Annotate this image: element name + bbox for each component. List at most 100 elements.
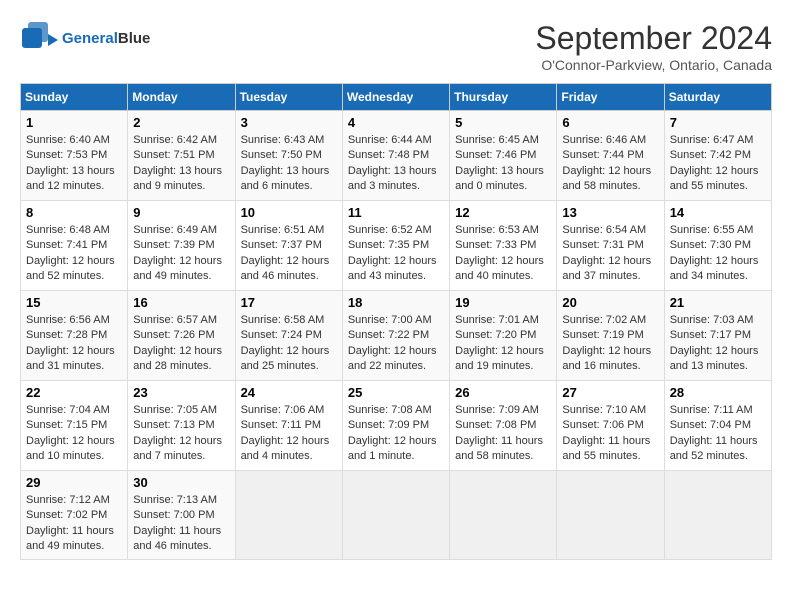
calendar-cell: 9 Sunrise: 6:49 AM Sunset: 7:39 PM Dayli… [128,201,235,291]
weekday-header-wednesday: Wednesday [342,84,449,111]
day-number: 14 [670,205,766,220]
logo-blue: Blue [118,30,151,47]
day-info: Sunrise: 6:52 AM Sunset: 7:35 PM Dayligh… [348,223,444,285]
calendar-cell [450,471,557,560]
day-info: Sunrise: 7:00 AM Sunset: 7:22 PM Dayligh… [348,313,444,375]
calendar-cell: 24 Sunrise: 7:06 AM Sunset: 7:11 PM Dayl… [235,381,342,471]
calendar-cell: 12 Sunrise: 6:53 AM Sunset: 7:33 PM Dayl… [450,201,557,291]
calendar-cell: 20 Sunrise: 7:02 AM Sunset: 7:19 PM Dayl… [557,291,664,381]
calendar-cell: 29 Sunrise: 7:12 AM Sunset: 7:02 PM Dayl… [21,471,128,560]
day-number: 21 [670,295,766,310]
day-number: 25 [348,385,444,400]
day-info: Sunrise: 7:04 AM Sunset: 7:15 PM Dayligh… [26,403,122,465]
day-info: Sunrise: 7:09 AM Sunset: 7:08 PM Dayligh… [455,403,551,465]
day-number: 2 [133,115,229,130]
calendar-week-row: 1 Sunrise: 6:40 AM Sunset: 7:53 PM Dayli… [21,111,772,201]
weekday-header-row: SundayMondayTuesdayWednesdayThursdayFrid… [21,84,772,111]
day-info: Sunrise: 6:56 AM Sunset: 7:28 PM Dayligh… [26,313,122,375]
page-header: GeneralBlue September 2024 O'Connor-Park… [20,20,772,73]
day-number: 15 [26,295,122,310]
calendar-cell: 4 Sunrise: 6:44 AM Sunset: 7:48 PM Dayli… [342,111,449,201]
day-number: 7 [670,115,766,130]
calendar-cell: 13 Sunrise: 6:54 AM Sunset: 7:31 PM Dayl… [557,201,664,291]
day-number: 29 [26,475,122,490]
title-block: September 2024 O'Connor-Parkview, Ontari… [535,20,772,73]
calendar-cell: 25 Sunrise: 7:08 AM Sunset: 7:09 PM Dayl… [342,381,449,471]
day-number: 8 [26,205,122,220]
day-info: Sunrise: 7:12 AM Sunset: 7:02 PM Dayligh… [26,493,122,555]
calendar-cell: 10 Sunrise: 6:51 AM Sunset: 7:37 PM Dayl… [235,201,342,291]
calendar-cell: 6 Sunrise: 6:46 AM Sunset: 7:44 PM Dayli… [557,111,664,201]
day-number: 5 [455,115,551,130]
calendar-cell [664,471,771,560]
day-number: 4 [348,115,444,130]
day-number: 28 [670,385,766,400]
calendar-table: SundayMondayTuesdayWednesdayThursdayFrid… [20,83,772,560]
calendar-cell [342,471,449,560]
day-info: Sunrise: 6:46 AM Sunset: 7:44 PM Dayligh… [562,133,658,195]
calendar-cell: 16 Sunrise: 6:57 AM Sunset: 7:26 PM Dayl… [128,291,235,381]
calendar-cell: 5 Sunrise: 6:45 AM Sunset: 7:46 PM Dayli… [450,111,557,201]
day-number: 9 [133,205,229,220]
calendar-cell: 28 Sunrise: 7:11 AM Sunset: 7:04 PM Dayl… [664,381,771,471]
day-number: 26 [455,385,551,400]
day-number: 10 [241,205,337,220]
day-number: 20 [562,295,658,310]
calendar-cell: 3 Sunrise: 6:43 AM Sunset: 7:50 PM Dayli… [235,111,342,201]
day-number: 3 [241,115,337,130]
calendar-cell: 19 Sunrise: 7:01 AM Sunset: 7:20 PM Dayl… [450,291,557,381]
calendar-cell: 23 Sunrise: 7:05 AM Sunset: 7:13 PM Dayl… [128,381,235,471]
day-info: Sunrise: 7:02 AM Sunset: 7:19 PM Dayligh… [562,313,658,375]
day-number: 17 [241,295,337,310]
weekday-header-sunday: Sunday [21,84,128,111]
day-info: Sunrise: 6:43 AM Sunset: 7:50 PM Dayligh… [241,133,337,195]
calendar-cell: 26 Sunrise: 7:09 AM Sunset: 7:08 PM Dayl… [450,381,557,471]
day-number: 16 [133,295,229,310]
day-number: 22 [26,385,122,400]
day-info: Sunrise: 6:51 AM Sunset: 7:37 PM Dayligh… [241,223,337,285]
calendar-cell: 15 Sunrise: 6:56 AM Sunset: 7:28 PM Dayl… [21,291,128,381]
day-number: 6 [562,115,658,130]
calendar-cell: 14 Sunrise: 6:55 AM Sunset: 7:30 PM Dayl… [664,201,771,291]
day-info: Sunrise: 7:08 AM Sunset: 7:09 PM Dayligh… [348,403,444,465]
calendar-week-row: 22 Sunrise: 7:04 AM Sunset: 7:15 PM Dayl… [21,381,772,471]
day-info: Sunrise: 6:47 AM Sunset: 7:42 PM Dayligh… [670,133,766,195]
calendar-cell [235,471,342,560]
day-info: Sunrise: 6:55 AM Sunset: 7:30 PM Dayligh… [670,223,766,285]
day-info: Sunrise: 6:44 AM Sunset: 7:48 PM Dayligh… [348,133,444,195]
calendar-cell: 18 Sunrise: 7:00 AM Sunset: 7:22 PM Dayl… [342,291,449,381]
day-info: Sunrise: 6:45 AM Sunset: 7:46 PM Dayligh… [455,133,551,195]
day-info: Sunrise: 7:13 AM Sunset: 7:00 PM Dayligh… [133,493,229,555]
weekday-header-saturday: Saturday [664,84,771,111]
weekday-header-thursday: Thursday [450,84,557,111]
day-number: 19 [455,295,551,310]
calendar-cell: 8 Sunrise: 6:48 AM Sunset: 7:41 PM Dayli… [21,201,128,291]
calendar-cell: 2 Sunrise: 6:42 AM Sunset: 7:51 PM Dayli… [128,111,235,201]
day-info: Sunrise: 6:54 AM Sunset: 7:31 PM Dayligh… [562,223,658,285]
calendar-week-row: 29 Sunrise: 7:12 AM Sunset: 7:02 PM Dayl… [21,471,772,560]
calendar-cell: 30 Sunrise: 7:13 AM Sunset: 7:00 PM Dayl… [128,471,235,560]
day-info: Sunrise: 7:06 AM Sunset: 7:11 PM Dayligh… [241,403,337,465]
day-info: Sunrise: 7:01 AM Sunset: 7:20 PM Dayligh… [455,313,551,375]
day-number: 23 [133,385,229,400]
calendar-week-row: 8 Sunrise: 6:48 AM Sunset: 7:41 PM Dayli… [21,201,772,291]
calendar-cell: 1 Sunrise: 6:40 AM Sunset: 7:53 PM Dayli… [21,111,128,201]
day-info: Sunrise: 6:48 AM Sunset: 7:41 PM Dayligh… [26,223,122,285]
weekday-header-friday: Friday [557,84,664,111]
day-info: Sunrise: 6:53 AM Sunset: 7:33 PM Dayligh… [455,223,551,285]
day-info: Sunrise: 6:42 AM Sunset: 7:51 PM Dayligh… [133,133,229,195]
weekday-header-tuesday: Tuesday [235,84,342,111]
calendar-cell [557,471,664,560]
weekday-header-monday: Monday [128,84,235,111]
day-info: Sunrise: 6:49 AM Sunset: 7:39 PM Dayligh… [133,223,229,285]
day-number: 30 [133,475,229,490]
day-number: 12 [455,205,551,220]
logo-general: General [62,30,118,47]
calendar-cell: 27 Sunrise: 7:10 AM Sunset: 7:06 PM Dayl… [557,381,664,471]
calendar-cell: 11 Sunrise: 6:52 AM Sunset: 7:35 PM Dayl… [342,201,449,291]
day-number: 1 [26,115,122,130]
day-info: Sunrise: 7:03 AM Sunset: 7:17 PM Dayligh… [670,313,766,375]
day-number: 27 [562,385,658,400]
logo: GeneralBlue [20,20,150,58]
day-number: 18 [348,295,444,310]
